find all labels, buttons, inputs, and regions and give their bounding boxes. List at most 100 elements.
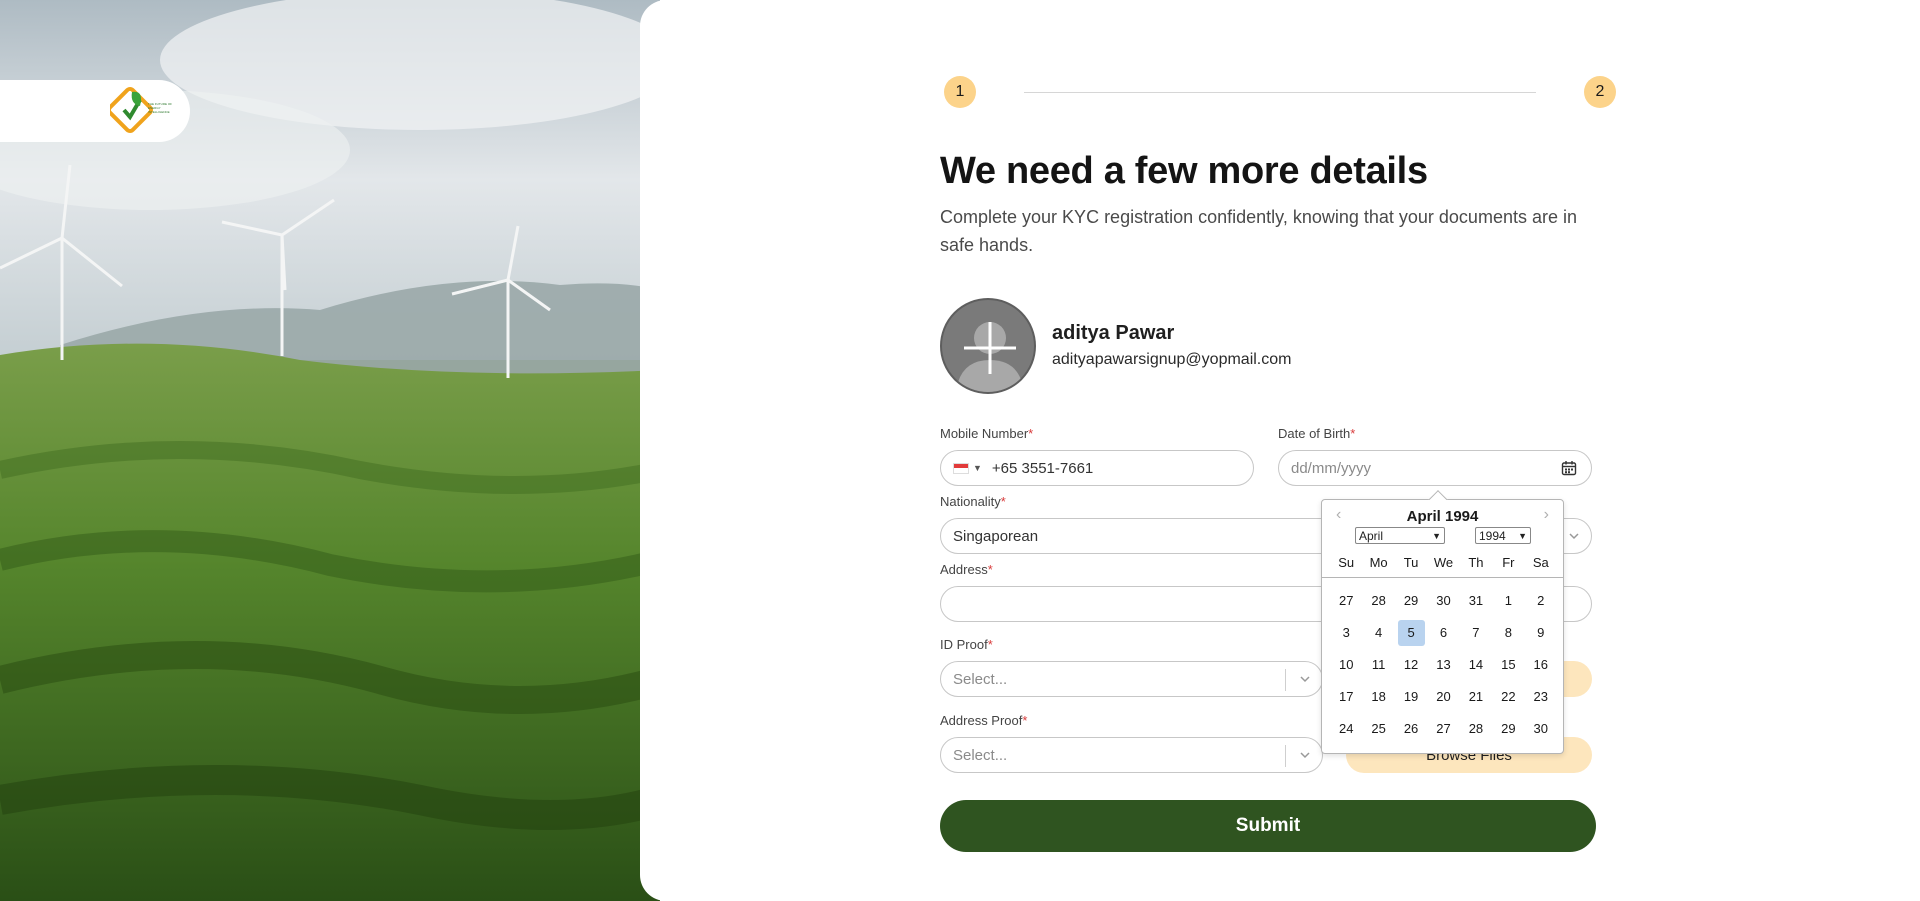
logo-tagline: THE FUTURE OF ENERGY INTELLIGENCE [148,102,172,114]
page-title: We need a few more details [940,150,1428,192]
date-picker-title: April 1994 [1406,508,1479,525]
calendar-day[interactable]: 6 [1430,620,1457,646]
weekday-label: Su [1338,555,1355,570]
submit-button[interactable]: Submit [940,800,1596,852]
calendar-day[interactable]: 8 [1495,620,1522,646]
required-mark: * [1028,426,1034,441]
user-name: aditya Pawar [1052,322,1175,344]
dob-placeholder: dd/mm/yyyy [1291,459,1372,477]
id-proof-label-text: ID Proof [940,637,988,652]
required-mark: * [987,637,993,652]
year-select-value: 1994 [1479,528,1506,543]
dob-field[interactable]: dd/mm/yyyy [1278,450,1592,486]
nationality-value: Singaporean [953,527,1039,545]
calendar-day[interactable]: 22 [1495,684,1522,710]
calendar-day[interactable]: 28 [1462,716,1489,742]
required-mark: * [1022,713,1028,728]
dob-label: Date of Birth* [1278,426,1355,441]
calendar-day[interactable]: 17 [1333,684,1360,710]
weekday-label: Th [1468,555,1484,570]
calendar-day[interactable]: 19 [1398,684,1425,710]
calendar-day[interactable]: 16 [1527,652,1554,678]
date-picker-popup: ‹ April 1994 › April ▼ 1994 ▼ Su Mo Tu We Th… [1321,499,1564,754]
calendar-day[interactable]: 25 [1365,716,1392,742]
weekday-label: Sa [1532,555,1549,570]
country-caret-icon[interactable]: ▼ [973,463,982,473]
next-month-icon[interactable]: › [1544,506,1549,524]
calendar-day[interactable]: 15 [1495,652,1522,678]
calendar-day[interactable]: 26 [1398,716,1425,742]
calendar-day[interactable]: 9 [1527,620,1554,646]
calendar-day[interactable]: 23 [1527,684,1554,710]
calendar-day[interactable]: 31 [1462,588,1489,614]
weekday-label: Fr [1502,555,1515,570]
id-proof-label: ID Proof* [940,637,993,652]
stepper-line [1024,92,1536,93]
progress-stepper: 1 2 [944,76,1616,110]
chevron-down-icon[interactable] [1567,529,1581,543]
calendar-day[interactable]: 4 [1365,620,1392,646]
calendar-day[interactable]: 10 [1333,652,1360,678]
year-select[interactable]: 1994 ▼ [1475,527,1531,544]
calendar-icon[interactable] [1561,460,1577,476]
user-email: adityapawarsignup@yopmail.com [1052,351,1292,368]
calendar-day[interactable]: 7 [1462,620,1489,646]
mobile-label-text: Mobile Number [940,426,1029,441]
calendar-day[interactable]: 13 [1430,652,1457,678]
date-picker-pointer [1428,489,1448,500]
calendar-day[interactable]: 29 [1495,716,1522,742]
add-photo-icon [956,322,1024,392]
address-label: Address* [940,562,993,577]
nationality-label-text: Nationality [940,494,1001,509]
month-select[interactable]: April ▼ [1355,527,1445,544]
chevron-down-icon[interactable] [1298,672,1312,686]
mobile-label: Mobile Number* [940,426,1033,441]
select-separator [1285,745,1286,767]
calendar-day[interactable]: 21 [1462,684,1489,710]
step-2-indicator: 2 [1584,76,1616,108]
address-proof-placeholder: Select... [953,746,1008,764]
month-select-value: April [1359,528,1384,543]
singapore-flag-icon[interactable] [953,462,969,474]
select-separator [1285,669,1286,691]
calendar-day[interactable]: 30 [1430,588,1457,614]
step-1-indicator: 1 [944,76,976,108]
date-picker-header: ‹ April 1994 › April ▼ 1994 ▼ Su Mo Tu We Th… [1322,500,1563,578]
year-dropdown-icon: ▼ [1518,530,1527,541]
weekday-label: Tu [1403,555,1419,570]
required-mark: * [1350,426,1356,441]
page-subtitle: Complete your KYC registration confident… [940,207,1577,255]
address-proof-label-text: Address Proof [940,713,1023,728]
calendar-day[interactable]: 20 [1430,684,1457,710]
id-proof-placeholder: Select... [953,670,1008,688]
id-proof-select[interactable]: Select... [940,661,1323,697]
required-mark: * [987,562,993,577]
calendar-day[interactable]: 28 [1365,588,1392,614]
calendar-day[interactable]: 27 [1430,716,1457,742]
weekday-label: We [1433,555,1454,570]
calendar-day[interactable]: 24 [1333,716,1360,742]
calendar-day[interactable]: 29 [1398,588,1425,614]
day-grid: 27 28 29 30 31 1 2 3 4 5 6 7 8 9 10 11 12 13 14 15 16 17 18 19 2… [1330,588,1557,742]
mobile-field[interactable]: ▼ +65 3551-7661 [940,450,1254,486]
month-dropdown-icon: ▼ [1432,530,1441,541]
calendar-day[interactable]: 27 [1333,588,1360,614]
address-label-text: Address [940,562,988,577]
calendar-day[interactable]: 14 [1462,652,1489,678]
calendar-day[interactable]: 5 [1397,620,1425,646]
required-mark: * [1000,494,1006,509]
calendar-day[interactable]: 18 [1365,684,1392,710]
calendar-day[interactable]: 12 [1398,652,1425,678]
dob-label-text: Date of Birth [1278,426,1351,441]
address-proof-select[interactable]: Select... [940,737,1323,773]
calendar-day[interactable]: 1 [1495,588,1522,614]
avatar-upload[interactable] [940,298,1036,394]
calendar-day[interactable]: 30 [1527,716,1554,742]
weekday-label: Mo [1369,555,1388,570]
logo-badge[interactable]: THE FUTURE OF ENERGY INTELLIGENCE [0,80,190,142]
calendar-day[interactable]: 2 [1527,588,1554,614]
mobile-value: +65 3551-7661 [991,459,1094,477]
chevron-down-icon[interactable] [1298,748,1312,762]
calendar-day[interactable]: 3 [1333,620,1360,646]
calendar-day[interactable]: 11 [1365,652,1392,678]
